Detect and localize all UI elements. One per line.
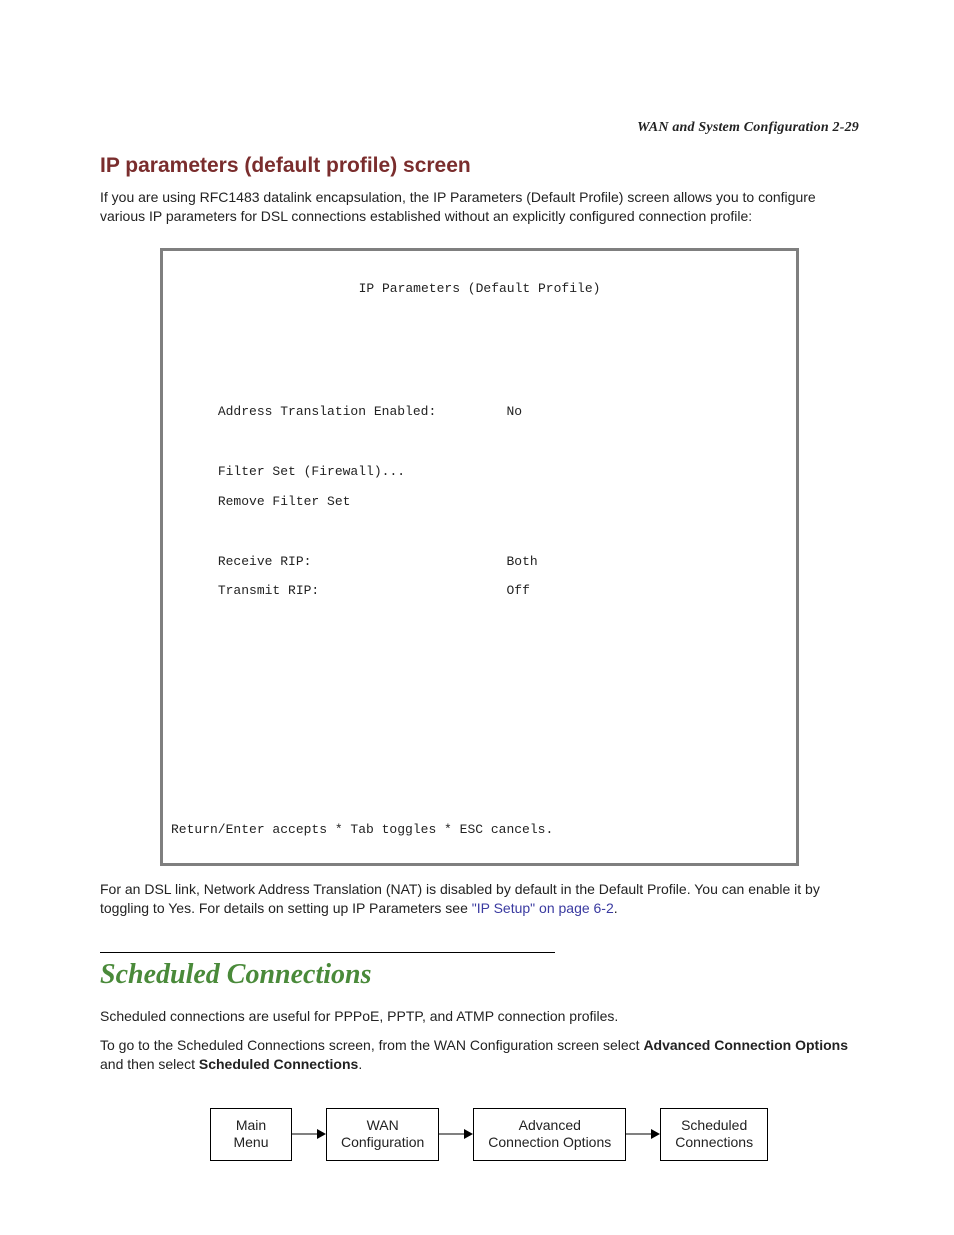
arrow-icon [626, 1127, 660, 1141]
nav-box-main-menu: MainMenu [210, 1108, 292, 1161]
terminal-label: Filter Set (Firewall)... [218, 464, 405, 479]
terminal-title: IP Parameters (Default Profile) [171, 282, 788, 297]
cross-ref-link[interactable]: "IP Setup" on page 6-2 [472, 900, 614, 916]
terminal-blank [171, 525, 788, 540]
terminal-blank [171, 316, 788, 331]
terminal-label: Receive RIP: [218, 554, 312, 569]
section-heading-ip-parameters: IP parameters (default profile) screen [100, 154, 859, 178]
terminal-blank [171, 674, 788, 689]
terminal-value: No [506, 404, 522, 419]
terminal-value: Both [506, 554, 537, 569]
terminal-footer: Return/Enter accepts * Tab toggles * ESC… [171, 823, 788, 838]
nav-box-wan-config: WANConfiguration [326, 1108, 439, 1161]
terminal-blank [171, 614, 788, 629]
navigation-diagram: MainMenu WANConfiguration AdvancedConnec… [210, 1108, 859, 1161]
terminal-blank [171, 345, 788, 360]
text: and then select [100, 1056, 199, 1072]
terminal-blank [171, 435, 788, 450]
arrow-icon [439, 1127, 473, 1141]
bold-text: Advanced Connection Options [643, 1037, 848, 1053]
terminal-blank [171, 644, 788, 659]
terminal-label: Transmit RIP: [218, 583, 319, 598]
running-header: WAN and System Configuration 2-29 [100, 120, 859, 136]
intro-paragraph: If you are using RFC1483 datalink encaps… [100, 188, 859, 226]
text: . [614, 900, 618, 916]
text: To go to the Scheduled Connections scree… [100, 1037, 643, 1053]
paragraph: Scheduled connections are useful for PPP… [100, 1007, 859, 1026]
nav-box-advanced-options: AdvancedConnection Options [473, 1108, 626, 1161]
terminal-value: Off [506, 583, 529, 598]
nav-box-scheduled-connections: ScheduledConnections [660, 1108, 768, 1161]
terminal-row: Address Translation Enabled: No [171, 405, 788, 420]
paragraph: To go to the Scheduled Connections scree… [100, 1036, 859, 1074]
terminal-label: Remove Filter Set [218, 494, 351, 509]
terminal-blank [171, 764, 788, 779]
text: . [358, 1056, 362, 1072]
bold-text: Scheduled Connections [199, 1056, 358, 1072]
terminal-blank [171, 375, 788, 390]
post-terminal-paragraph: For an DSL link, Network Address Transla… [100, 880, 859, 918]
terminal-row: Transmit RIP: Off [171, 584, 788, 599]
terminal-screenshot: IP Parameters (Default Profile) Address … [160, 248, 799, 867]
terminal-row: Filter Set (Firewall)... [171, 465, 788, 480]
terminal-row: Remove Filter Set [171, 495, 788, 510]
text: For an DSL link, Network Address Transla… [100, 881, 820, 916]
terminal-blank [171, 704, 788, 719]
terminal-blank [171, 734, 788, 749]
terminal-row: Receive RIP: Both [171, 555, 788, 570]
arrow-icon [292, 1127, 326, 1141]
terminal-blank [171, 794, 788, 809]
page: WAN and System Configuration 2-29 IP par… [0, 0, 954, 1235]
section-divider [100, 952, 555, 953]
section-heading-scheduled-connections: Scheduled Connections [100, 959, 859, 991]
terminal-label: Address Translation Enabled: [218, 404, 436, 419]
